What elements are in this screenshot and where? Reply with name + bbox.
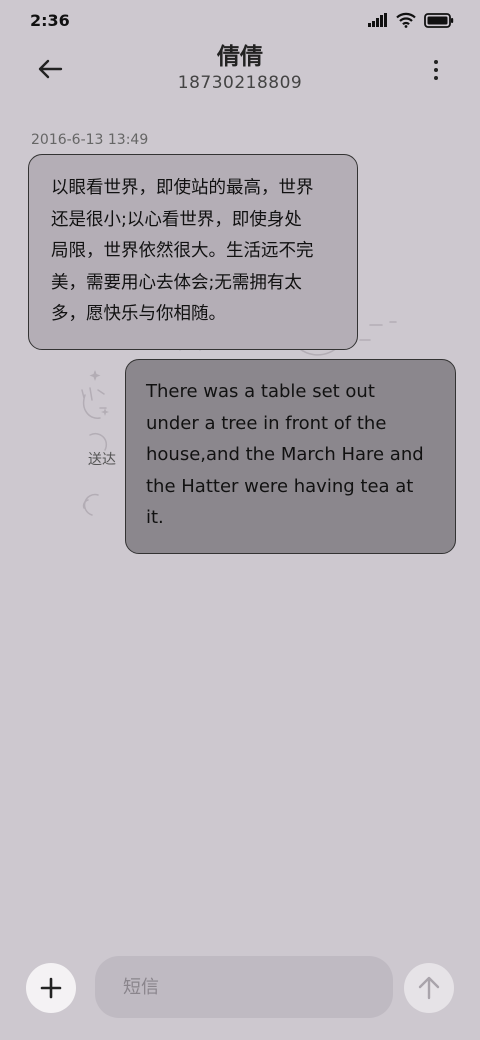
plus-icon (40, 977, 62, 999)
message-line: 还是很小;以心看世界，即使身处 (51, 209, 302, 230)
message-line: it. (146, 507, 164, 528)
contact-title: 倩倩 18730218809 (0, 42, 480, 94)
message-line: 美，需要用心去体会;无需拥有太 (51, 272, 302, 293)
more-options-button[interactable] (428, 56, 444, 84)
conversation-header: 倩倩 18730218809 (0, 40, 480, 100)
message-line: 局限，世界依然很大。生活远不完 (51, 241, 314, 261)
incoming-message-bubble[interactable]: 以眼看世界，即使站的最高，世界 还是很小;以心看世界，即使身处 局限，世界依然很… (28, 154, 358, 350)
contact-name: 倩倩 (217, 44, 263, 70)
message-line: 以眼看世界，即使站的最高，世界 (51, 178, 314, 198)
more-vertical-icon-dot (434, 60, 438, 64)
message-line: 多，愿快乐与你相随。 (51, 304, 226, 324)
delivery-status: 送达 (88, 452, 116, 468)
message-line: house,and the March Hare and (146, 444, 424, 465)
message-input-container[interactable] (95, 956, 393, 1018)
status-time: 2:36 (30, 11, 70, 30)
signal-icon (368, 13, 387, 27)
message-timestamp: 2016-6-13 13:49 (31, 132, 149, 148)
status-icons (368, 12, 454, 28)
message-line: the Hatter were having tea at (146, 475, 414, 497)
status-bar: 2:36 (0, 0, 480, 40)
sms-conversation-screen: 2:36 倩倩 18730218809 2016-6-13 13:49 以眼看世… (0, 0, 480, 1040)
battery-icon (424, 12, 454, 28)
message-line: There was a table set out (146, 381, 375, 402)
more-vertical-icon-dot (434, 68, 438, 72)
wifi-icon (396, 12, 416, 28)
message-line: under a tree in front of the (146, 412, 387, 434)
send-button[interactable] (404, 963, 454, 1013)
arrow-up-icon (418, 976, 440, 1000)
contact-number: 18730218809 (177, 73, 303, 93)
message-input[interactable] (95, 956, 393, 1018)
outgoing-message-bubble[interactable]: There was a table set out under a tree i… (125, 359, 456, 554)
add-attachment-button[interactable] (26, 963, 76, 1013)
more-vertical-icon-dot (434, 76, 438, 80)
